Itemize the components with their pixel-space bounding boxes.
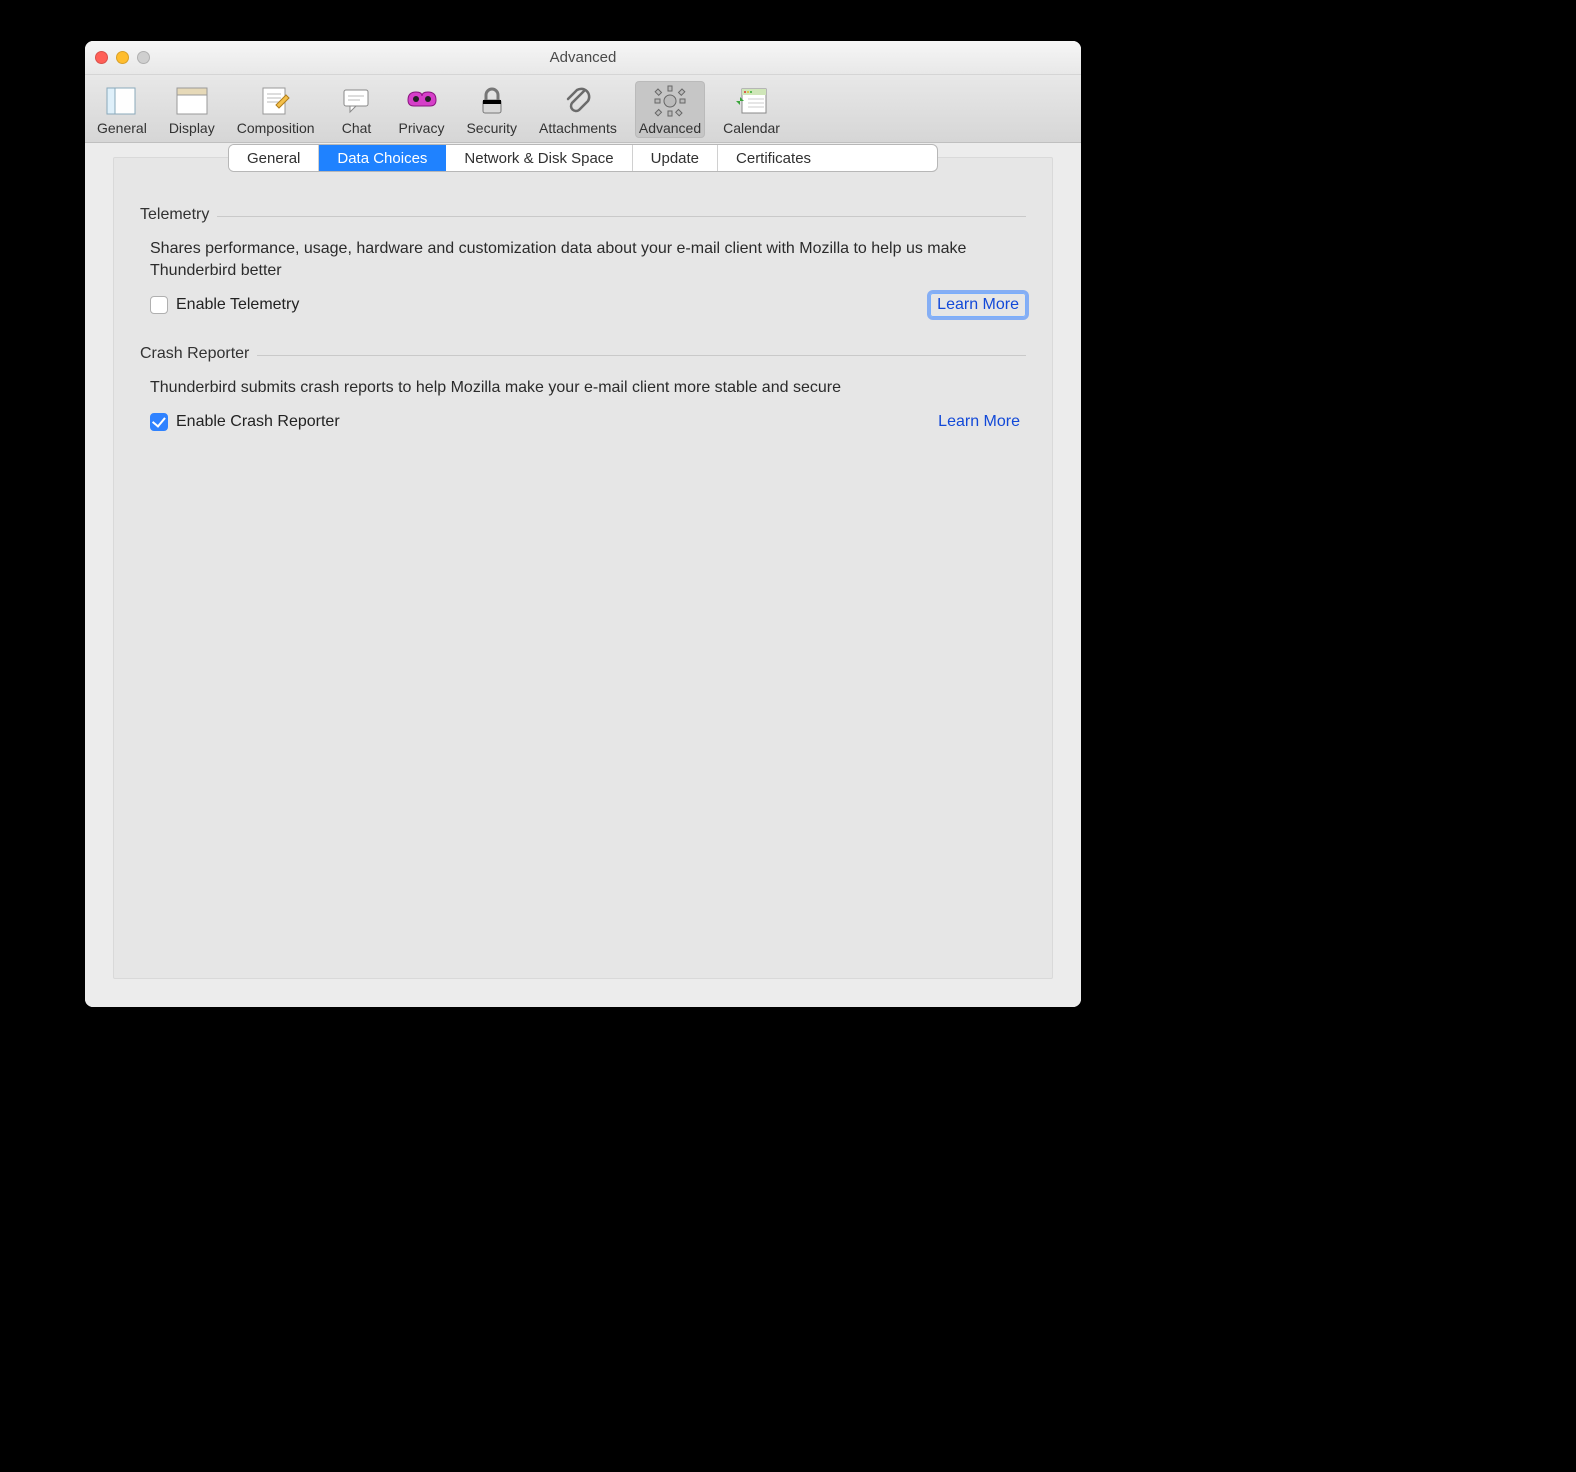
checkbox-label: Enable Telemetry xyxy=(176,296,299,314)
minimize-icon[interactable] xyxy=(116,51,129,64)
tab-data-choices[interactable]: Data Choices xyxy=(319,145,446,171)
crash-section: Crash Reporter Thunderbird submits crash… xyxy=(114,325,1052,441)
checkbox-label: Enable Crash Reporter xyxy=(176,413,340,431)
attachments-icon xyxy=(560,83,596,119)
checkbox-icon xyxy=(150,296,168,314)
toolbar-item-general[interactable]: General xyxy=(93,81,151,138)
maximize-icon[interactable] xyxy=(137,51,150,64)
toolbar-item-chat[interactable]: Chat xyxy=(333,81,381,138)
toolbar-label: Calendar xyxy=(723,120,780,136)
section-title: Telemetry xyxy=(140,206,209,224)
general-icon xyxy=(104,83,140,119)
preferences-window: Advanced General Display Composition Cha… xyxy=(85,41,1081,1007)
telemetry-description: Shares performance, usage, hardware and … xyxy=(150,238,990,281)
crash-description: Thunderbird submits crash reports to hel… xyxy=(150,377,990,399)
calendar-icon xyxy=(734,83,770,119)
composition-icon xyxy=(258,83,294,119)
security-icon xyxy=(474,83,510,119)
tab-update[interactable]: Update xyxy=(633,145,718,171)
content-panel: General Data Choices Network & Disk Spac… xyxy=(113,157,1053,979)
titlebar: Advanced xyxy=(85,41,1081,75)
toolbar-item-calendar[interactable]: Calendar xyxy=(719,81,784,138)
toolbar-label: Privacy xyxy=(399,120,445,136)
close-icon[interactable] xyxy=(95,51,108,64)
privacy-icon xyxy=(404,83,440,119)
toolbar-label: General xyxy=(97,120,147,136)
toolbar-item-privacy[interactable]: Privacy xyxy=(395,81,449,138)
telemetry-section: Telemetry Shares performance, usage, har… xyxy=(114,186,1052,325)
tab-network-disk[interactable]: Network & Disk Space xyxy=(446,145,632,171)
window-controls xyxy=(95,51,150,64)
prefs-toolbar: General Display Composition Chat Privacy xyxy=(85,75,1081,143)
toolbar-item-security[interactable]: Security xyxy=(462,81,521,138)
display-icon xyxy=(174,83,210,119)
toolbar-item-attachments[interactable]: Attachments xyxy=(535,81,621,138)
checkbox-icon xyxy=(150,413,168,431)
section-title: Crash Reporter xyxy=(140,345,249,363)
advanced-icon xyxy=(652,83,688,119)
tab-certificates[interactable]: Certificates xyxy=(718,145,829,171)
chat-icon xyxy=(339,83,375,119)
toolbar-label: Advanced xyxy=(639,120,701,136)
enable-crash-reporter-checkbox[interactable]: Enable Crash Reporter xyxy=(150,413,340,431)
toolbar-label: Display xyxy=(169,120,215,136)
content-body: General Data Choices Network & Disk Spac… xyxy=(85,143,1081,1007)
window-title: Advanced xyxy=(95,49,1071,66)
toolbar-label: Attachments xyxy=(539,120,617,136)
toolbar-label: Chat xyxy=(342,120,372,136)
toolbar-item-display[interactable]: Display xyxy=(165,81,219,138)
toolbar-label: Security xyxy=(466,120,517,136)
toolbar-item-advanced[interactable]: Advanced xyxy=(635,81,705,138)
toolbar-item-composition[interactable]: Composition xyxy=(233,81,319,138)
divider xyxy=(257,355,1026,356)
tab-general[interactable]: General xyxy=(229,145,319,171)
crash-learn-more-link[interactable]: Learn More xyxy=(932,411,1026,433)
enable-telemetry-checkbox[interactable]: Enable Telemetry xyxy=(150,296,299,314)
sub-tabs: General Data Choices Network & Disk Spac… xyxy=(228,144,938,172)
telemetry-learn-more-link[interactable]: Learn More xyxy=(930,293,1026,317)
divider xyxy=(217,216,1026,217)
toolbar-label: Composition xyxy=(237,120,315,136)
